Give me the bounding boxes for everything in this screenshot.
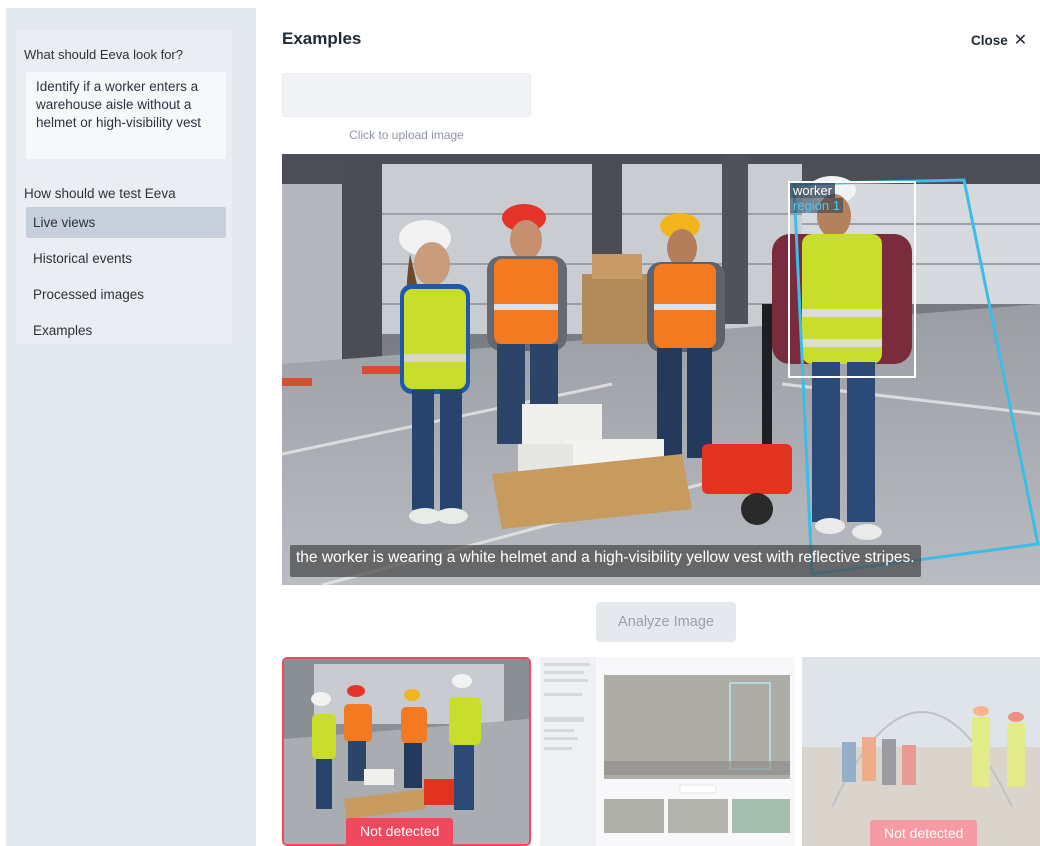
test-label: How should we test Eeva	[24, 186, 176, 201]
upload-caption[interactable]: Click to upload image	[282, 128, 531, 142]
sidebar-item-processed-images[interactable]: Processed images	[26, 279, 226, 310]
close-button[interactable]: Close ✕	[971, 30, 1027, 50]
detection-label: worker	[790, 183, 836, 198]
example-thumbnail-2[interactable]	[540, 657, 795, 846]
detection-tag: worker region 1	[790, 183, 843, 213]
prompt-text[interactable]: Identify if a worker enters a warehouse …	[26, 72, 226, 159]
sidebar-item-examples[interactable]: Examples	[26, 315, 226, 346]
sidebar-item-historical-events[interactable]: Historical events	[26, 243, 226, 274]
thumbnail-screenshot	[540, 657, 795, 846]
example-thumbnail-1[interactable]: Not detected	[282, 657, 531, 846]
examples-modal: What should Eeva look for? Identify if a…	[0, 0, 1040, 846]
thumbnail-construction-scene	[802, 657, 1040, 846]
upload-dropzone[interactable]	[282, 73, 531, 117]
region-label: region 1	[790, 198, 843, 213]
sidebar-item-live-views[interactable]: Live views	[26, 207, 226, 238]
analyze-image-button[interactable]: Analyze Image	[596, 602, 736, 642]
warehouse-scene-illustration	[282, 154, 1040, 585]
page-title: Examples	[282, 29, 362, 48]
analysis-caption: the worker is wearing a white helmet and…	[290, 545, 921, 577]
preview-image: worker region 1 the worker is wearing a …	[282, 154, 1040, 585]
question-label: What should Eeva look for?	[24, 47, 183, 62]
thumbnail-scene	[284, 659, 529, 844]
not-detected-badge: Not detected	[870, 820, 978, 846]
not-detected-badge: Not detected	[346, 818, 454, 844]
example-thumbnail-3[interactable]: Not detected	[802, 657, 1040, 846]
close-label: Close	[971, 32, 1008, 48]
close-icon: ✕	[1013, 32, 1028, 49]
